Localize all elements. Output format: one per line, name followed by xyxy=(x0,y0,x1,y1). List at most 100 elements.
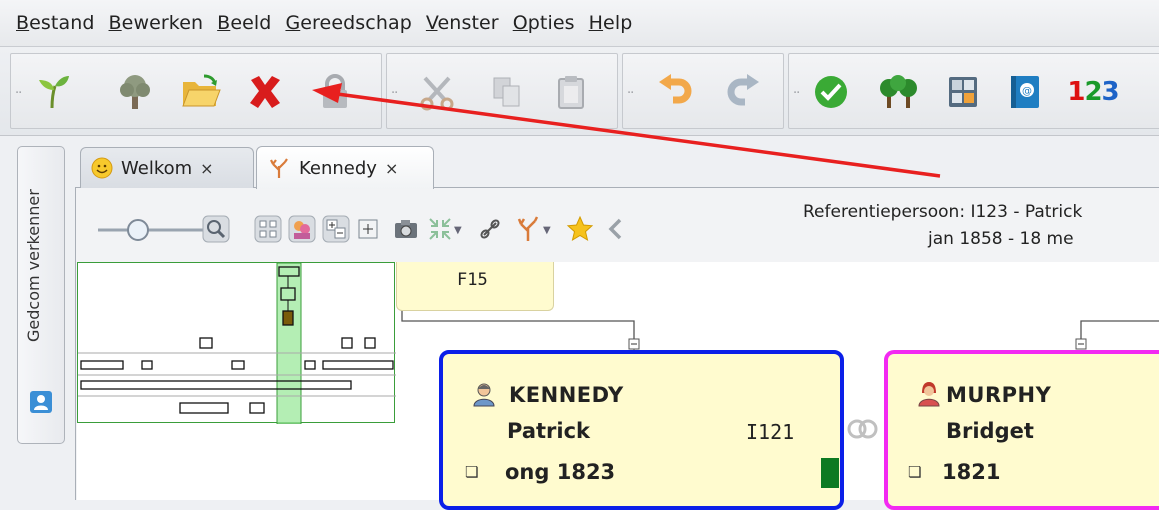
toolbar-group-history: ·· xyxy=(622,53,784,129)
reference-person-line2: jan 1858 - 18 me xyxy=(928,229,1074,249)
check-icon xyxy=(815,76,847,108)
main-toolbar: ·· ·· ·· ·· @ 123 xyxy=(0,46,1159,136)
camera-icon[interactable] xyxy=(392,215,420,243)
menu-bewerken[interactable]: Bewerken xyxy=(109,12,204,34)
lock-icon xyxy=(323,74,347,108)
toolbar-grip[interactable]: ·· xyxy=(391,86,398,101)
menu-help-label: elp xyxy=(603,12,633,34)
person-card-kennedy[interactable]: KENNEDY Patrick I121 ❏ ong 1823 xyxy=(439,350,844,510)
trees-button[interactable] xyxy=(875,68,923,116)
menu-opties-label: pties xyxy=(527,12,575,34)
menu-beeld-label: eeld xyxy=(230,12,272,34)
tab-welcome-label: Welkom xyxy=(121,157,193,179)
person-id: I121 xyxy=(746,420,795,444)
gedcom-explorer-tab[interactable]: Gedcom verkenner xyxy=(17,146,65,444)
menu-gereedschap-mnemonic: G xyxy=(285,12,301,34)
smiley-icon xyxy=(91,157,113,179)
person-card-murphy[interactable]: MURPHY Bridget ❏ 1821 xyxy=(884,350,1159,510)
cut-icon xyxy=(420,76,454,111)
toolbar-group-edit: ·· xyxy=(386,53,618,129)
copy-button[interactable] xyxy=(483,68,531,116)
toolbar-group-tools: ·· @ 123 xyxy=(788,53,1159,129)
tab-welcome[interactable]: Welkom × xyxy=(80,147,254,188)
menu-help-mnemonic: H xyxy=(588,12,604,34)
address-book-icon: @ xyxy=(1011,76,1039,108)
paste-icon xyxy=(558,76,584,109)
zoom-slider[interactable] xyxy=(94,215,214,245)
menu-beeld-mnemonic: B xyxy=(217,12,231,34)
menu-bar: Bestand Bewerken Beeld Gereedschap Venst… xyxy=(0,0,1159,46)
menu-gereedschap-label: ereedschap xyxy=(300,12,412,34)
address-book-button[interactable]: @ xyxy=(1001,68,1049,116)
toolbar-group-file: ·· xyxy=(10,53,382,129)
reference-person-line1: Referentiepersoon: I123 - Patrick xyxy=(803,202,1083,222)
shrink-dropdown-icon[interactable]: ▼ xyxy=(454,225,462,236)
menu-bestand[interactable]: Bestand xyxy=(16,12,95,34)
toolbar-grip[interactable]: ·· xyxy=(627,86,634,101)
root-tree-icon[interactable] xyxy=(514,215,542,243)
tab-welcome-close-icon[interactable]: × xyxy=(200,159,213,178)
close-button[interactable] xyxy=(241,68,289,116)
undo-icon xyxy=(659,74,692,104)
fit-to-window-icon[interactable] xyxy=(354,215,382,243)
menu-opties[interactable]: Opties xyxy=(513,12,575,34)
person-birth: ong 1823 xyxy=(505,460,616,484)
menu-venster-mnemonic: V xyxy=(425,12,438,34)
display-layout-icon[interactable] xyxy=(254,215,282,243)
toolbar-grip[interactable]: ·· xyxy=(793,86,800,101)
tab-kennedy-close-icon[interactable]: × xyxy=(385,159,398,178)
person-birth: 1821 xyxy=(942,460,1001,484)
copy-icon xyxy=(493,77,520,107)
svg-text:@: @ xyxy=(1022,86,1032,97)
paste-button[interactable] xyxy=(547,68,595,116)
toolbar-grip[interactable]: ·· xyxy=(15,86,22,101)
expand-collapse-icon[interactable] xyxy=(322,215,350,243)
persons-display-icon[interactable] xyxy=(288,215,316,243)
open-tree-button[interactable] xyxy=(111,68,159,116)
trees-icon xyxy=(880,75,917,108)
back-arrow-icon[interactable] xyxy=(602,215,630,243)
lock-button[interactable] xyxy=(311,68,359,116)
cut-button[interactable] xyxy=(413,68,461,116)
star-icon[interactable] xyxy=(566,215,594,243)
menu-gereedschap[interactable]: Gereedschap xyxy=(285,12,411,34)
source-marker xyxy=(821,458,839,488)
calculator-icon xyxy=(949,77,977,107)
redo-button[interactable] xyxy=(719,68,767,116)
person-surname: MURPHY xyxy=(946,383,1052,407)
tab-kennedy[interactable]: Kennedy × xyxy=(256,146,434,189)
menu-bestand-mnemonic: B xyxy=(16,12,30,34)
close-red-x-icon xyxy=(250,76,280,108)
shrink-icon[interactable] xyxy=(426,215,454,243)
tree-branch-icon xyxy=(270,158,288,178)
menu-bestand-label: estand xyxy=(29,12,95,34)
counter-button[interactable]: 123 xyxy=(1061,68,1125,116)
menu-beeld[interactable]: Beeld xyxy=(217,12,271,34)
validate-button[interactable] xyxy=(807,68,855,116)
birth-icon: ❏ xyxy=(908,463,922,481)
person-given-name: Patrick xyxy=(507,419,591,443)
person-surname: KENNEDY xyxy=(509,383,624,407)
menu-help[interactable]: Help xyxy=(589,12,633,34)
tree-icon xyxy=(120,75,150,109)
male-person-icon xyxy=(473,383,495,407)
tree-minimap[interactable] xyxy=(77,262,396,425)
person-card-icon xyxy=(34,395,48,410)
family-box[interactable]: F15 xyxy=(396,262,554,311)
link-icon[interactable] xyxy=(476,215,504,243)
family-id: F15 xyxy=(457,270,488,290)
calculator-button[interactable] xyxy=(939,68,987,116)
open-folder-button[interactable] xyxy=(177,68,225,116)
gedcom-explorer-icon xyxy=(30,391,52,413)
counter-icon: 123 xyxy=(1067,77,1119,107)
menu-bewerken-mnemonic: B xyxy=(108,12,122,34)
root-dropdown-icon[interactable]: ▼ xyxy=(543,225,551,236)
menu-bewerken-label: ewerken xyxy=(121,12,204,34)
menu-venster[interactable]: Venster xyxy=(426,12,499,34)
undo-button[interactable] xyxy=(651,68,699,116)
birth-icon: ❏ xyxy=(465,463,479,481)
redo-icon xyxy=(727,74,759,106)
person-given-name: Bridget xyxy=(946,419,1034,443)
zoom-search-icon[interactable] xyxy=(202,215,230,243)
menu-venster-label: enster xyxy=(437,12,499,34)
